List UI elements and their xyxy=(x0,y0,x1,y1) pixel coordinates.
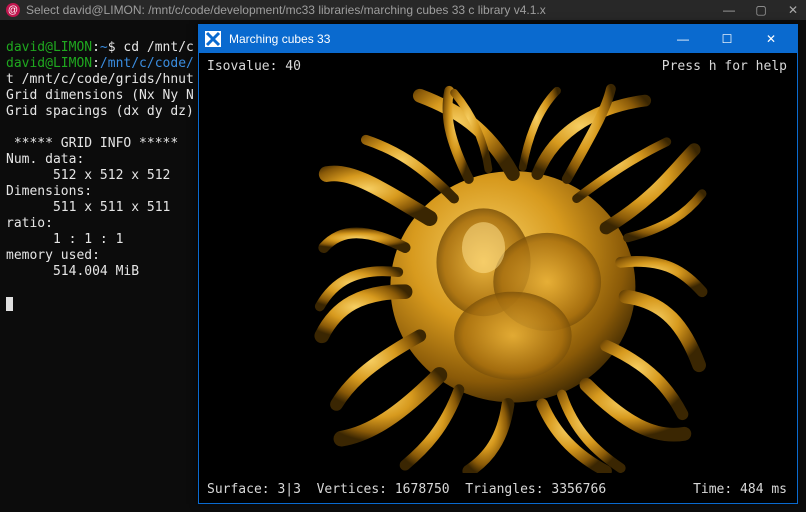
minimize-button[interactable]: — xyxy=(661,25,705,53)
prompt-user: david@LIMON xyxy=(6,40,92,55)
prompt-path: ~ xyxy=(100,40,108,55)
term-line: Grid spacings (dx dy dz) xyxy=(6,104,194,119)
prompt-sep: : xyxy=(92,56,100,71)
term-line: Dimensions: xyxy=(6,184,92,199)
isovalue-label: Isovalue: 40 xyxy=(207,59,301,74)
terminal-window-controls: — ▢ ✕ xyxy=(722,3,800,17)
terminal-titlebar[interactable]: @ Select david@LIMON: /mnt/c/code/develo… xyxy=(0,0,806,20)
prompt-path: /mnt/c/code/ xyxy=(100,56,194,71)
isosurface-render xyxy=(239,81,777,473)
close-button[interactable]: ✕ xyxy=(749,25,793,53)
mc-title: Marching cubes 33 xyxy=(229,32,661,46)
term-line: Num. data: xyxy=(6,152,84,167)
prompt-user: david@LIMON xyxy=(6,56,92,71)
term-line: 511 x 511 x 511 xyxy=(6,200,170,215)
cursor-icon xyxy=(6,297,13,311)
term-line: Grid dimensions (Nx Ny N xyxy=(6,88,194,103)
surface-stats: Surface: 3|3 Vertices: 1678750 Triangles… xyxy=(207,482,606,497)
term-line: 512 x 512 x 512 xyxy=(6,168,170,183)
mc-window-controls: — ☐ ✕ xyxy=(661,25,793,53)
term-line: 514.004 MiB xyxy=(6,264,139,279)
term-line: t /mnt/c/code/grids/hnut xyxy=(6,72,194,87)
prompt-sep: : xyxy=(92,40,100,55)
help-hint: Press h for help xyxy=(662,59,787,74)
minimize-button[interactable]: — xyxy=(722,3,736,17)
mc-viewport[interactable]: Isovalue: 40 Press h for help Surface: 3… xyxy=(199,53,797,503)
term-line: 1 : 1 : 1 xyxy=(6,232,123,247)
terminal-title: Select david@LIMON: /mnt/c/code/developm… xyxy=(26,3,722,17)
cmd-text: $ cd /mnt/c xyxy=(108,40,194,55)
term-line: ***** GRID INFO ***** xyxy=(6,136,178,151)
close-button[interactable]: ✕ xyxy=(786,3,800,17)
maximize-button[interactable]: ☐ xyxy=(705,25,749,53)
term-line: memory used: xyxy=(6,248,100,263)
term-line: ratio: xyxy=(6,216,53,231)
debian-icon: @ xyxy=(6,3,20,17)
time-stat: Time: 484 ms xyxy=(693,482,787,497)
marching-cubes-window: Marching cubes 33 — ☐ ✕ xyxy=(198,24,798,504)
mc-titlebar[interactable]: Marching cubes 33 — ☐ ✕ xyxy=(199,25,797,53)
maximize-button[interactable]: ▢ xyxy=(754,3,768,17)
x11-icon xyxy=(205,31,221,47)
